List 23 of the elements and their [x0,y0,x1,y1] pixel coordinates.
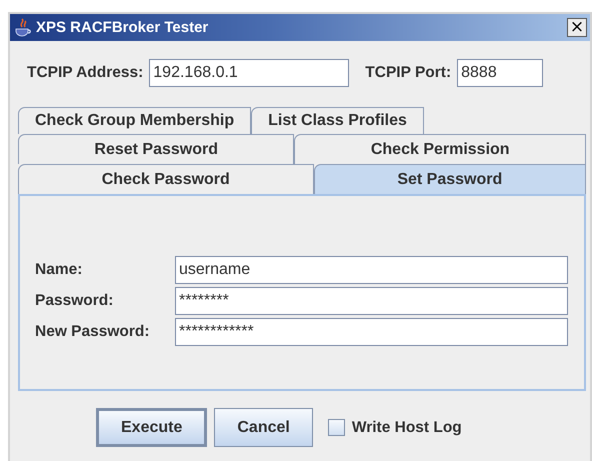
tab[interactable]: Check Group Membership [18,107,252,134]
input-field[interactable]: 8888 [457,59,544,87]
input-field[interactable]: ******** [175,286,568,314]
tab[interactable]: Check Password [18,164,314,194]
input-field[interactable]: username [175,256,568,284]
field-label: New Password: [35,322,151,340]
input-field[interactable]: ************ [175,318,568,346]
window-title: XPS RACFBroker Tester [36,19,210,36]
close-button[interactable]: × [567,18,587,37]
tab[interactable]: Set Password [314,164,586,194]
field-label: Name: [35,260,84,278]
tab[interactable]: List Class Profiles [251,107,424,134]
field-label: Password: [35,292,114,310]
field-label: TCPIP Address: [27,64,144,82]
tab[interactable]: Reset Password [18,134,294,164]
execute-button[interactable]: Execute [96,408,208,447]
tab[interactable]: Check Permission [294,134,586,164]
input-field[interactable]: 192.168.0.1 [149,59,350,87]
field-label: TCPIP Port: [365,64,452,82]
cancel-button[interactable]: Cancel [214,408,313,447]
checkbox-label: Write Host Log [352,418,462,436]
checkbox[interactable] [328,419,345,436]
coffee-cup-icon [14,18,32,38]
